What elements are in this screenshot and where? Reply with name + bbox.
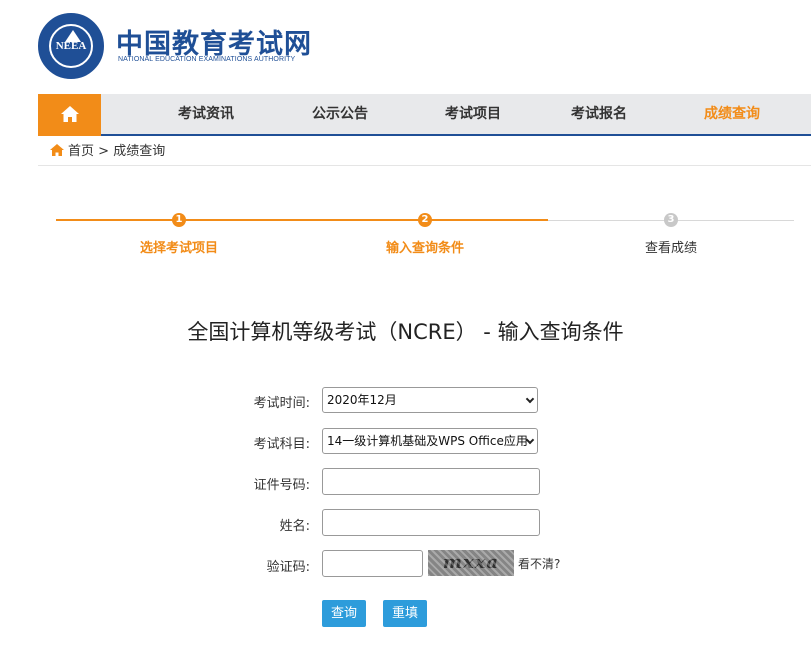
breadcrumb: 首页 > 成绩查询 bbox=[50, 143, 165, 161]
captcha-refresh-link[interactable]: 看不清? bbox=[518, 555, 560, 572]
neea-logo[interactable]: NEEA bbox=[38, 13, 104, 79]
exam-time-label: 考试时间: bbox=[253, 396, 310, 411]
nav-item-announcements[interactable]: 公示公告 bbox=[300, 94, 380, 134]
nav-item-exam-news[interactable]: 考试资讯 bbox=[166, 94, 246, 134]
id-number-label: 证件号码: bbox=[253, 478, 310, 493]
exam-time-select[interactable]: 2020年12月 bbox=[322, 387, 538, 413]
breadcrumb-separator: > bbox=[98, 144, 110, 159]
step-1-label: 选择考试项目 bbox=[139, 241, 218, 256]
step-progress-line-done bbox=[56, 219, 548, 221]
step-2-marker: 2 bbox=[418, 213, 432, 227]
captcha-noise bbox=[428, 550, 514, 576]
step-1-marker: 1 bbox=[172, 213, 186, 227]
exam-time-value: 2020年12月 bbox=[327, 393, 397, 407]
breadcrumb-home-link[interactable]: 首页 bbox=[68, 144, 94, 159]
breadcrumb-divider bbox=[38, 165, 811, 166]
breadcrumb-current: 成绩查询 bbox=[113, 144, 166, 159]
page-title: 全国计算机等级考试（NCRE） - 输入查询条件 bbox=[187, 320, 624, 344]
captcha-label: 验证码: bbox=[266, 560, 310, 575]
nav-item-registration[interactable]: 考试报名 bbox=[559, 94, 639, 134]
logo-ring: NEEA bbox=[49, 24, 93, 68]
query-button[interactable]: 查询 bbox=[322, 600, 366, 627]
step-3-label: 查看成绩 bbox=[644, 241, 697, 256]
subject-select[interactable]: 14一级计算机基础及WPS Office应用 bbox=[322, 428, 538, 454]
subject-value: 14一级计算机基础及WPS Office应用 bbox=[327, 434, 528, 448]
nav-item-exam-projects[interactable]: 考试项目 bbox=[433, 94, 513, 134]
step-2-label: 输入查询条件 bbox=[385, 241, 464, 256]
nav-item-score-query[interactable]: 成绩查询 bbox=[692, 94, 772, 134]
id-number-input[interactable] bbox=[322, 468, 540, 495]
subject-label: 考试科目: bbox=[253, 437, 310, 452]
step-3-marker: 3 bbox=[664, 213, 678, 227]
captcha-input[interactable] bbox=[322, 550, 423, 577]
reset-button[interactable]: 重填 bbox=[383, 600, 427, 627]
chevron-down-icon bbox=[525, 394, 535, 404]
main-nav: 考试资讯 公示公告 考试项目 考试报名 成绩查询 bbox=[38, 94, 811, 136]
breadcrumb-home-icon bbox=[50, 144, 64, 156]
name-input[interactable] bbox=[322, 509, 540, 536]
home-icon bbox=[61, 106, 79, 122]
nav-home-button[interactable] bbox=[38, 94, 101, 136]
name-label: 姓名: bbox=[279, 519, 310, 534]
site-subtitle: NATIONAL EDUCATION EXAMINATIONS AUTHORIT… bbox=[118, 56, 296, 63]
captcha-image[interactable]: mxxa bbox=[428, 550, 514, 576]
logo-text: NEEA bbox=[55, 40, 87, 52]
